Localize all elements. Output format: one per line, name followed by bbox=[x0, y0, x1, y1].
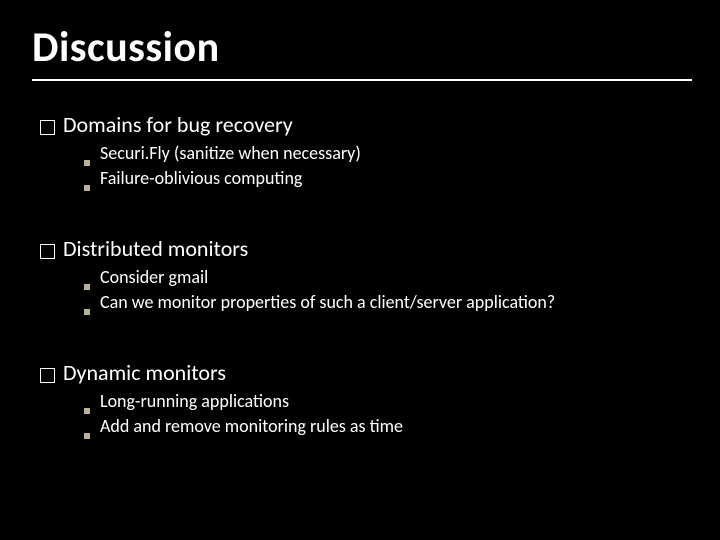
bullet-level2: Failure-oblivious computing bbox=[84, 167, 680, 190]
bullet-level2: Add and remove monitoring rules as time bbox=[84, 415, 680, 438]
sub-list: Securi.Fly (sanitize when necessary) Fai… bbox=[40, 142, 680, 189]
square-bullet-icon bbox=[40, 120, 55, 135]
square-subbullet-icon bbox=[84, 309, 90, 315]
square-bullet-icon bbox=[40, 244, 55, 259]
square-bullet-icon bbox=[40, 368, 55, 383]
sub-list: Consider gmail Can we monitor properties… bbox=[40, 266, 680, 313]
bullet-level2: Long-running applications bbox=[84, 390, 680, 413]
bullet-level2: Consider gmail bbox=[84, 266, 680, 289]
bullet-level2: Securi.Fly (sanitize when necessary) bbox=[84, 142, 680, 165]
square-subbullet-icon bbox=[84, 408, 90, 414]
title-area: Discussion bbox=[0, 0, 720, 81]
bullet-level1-text: Distributed monitors bbox=[63, 235, 248, 262]
bullet-level2-text: Consider gmail bbox=[100, 266, 208, 289]
sub-list: Long-running applications Add and remove… bbox=[40, 390, 680, 437]
bullet-level2-text: Can we monitor properties of such a clie… bbox=[100, 291, 555, 314]
square-subbullet-icon bbox=[84, 185, 90, 191]
slide: Discussion Domains for bug recovery Secu… bbox=[0, 0, 720, 540]
bullet-level2-text: Securi.Fly (sanitize when necessary) bbox=[100, 142, 361, 165]
bullet-level1-text: Domains for bug recovery bbox=[63, 111, 293, 138]
bullet-level2-text: Add and remove monitoring rules as time bbox=[100, 415, 403, 438]
bullet-level2-text: Failure-oblivious computing bbox=[100, 167, 302, 190]
slide-title: Discussion bbox=[32, 22, 720, 73]
bullet-level1: Distributed monitors bbox=[40, 235, 680, 262]
square-subbullet-icon bbox=[84, 433, 90, 439]
bullet-level1: Dynamic monitors bbox=[40, 359, 680, 386]
bullet-level1-text: Dynamic monitors bbox=[63, 359, 226, 386]
bullet-level2: Can we monitor properties of such a clie… bbox=[84, 291, 680, 314]
bullet-level2-text: Long-running applications bbox=[100, 390, 289, 413]
slide-body: Domains for bug recovery Securi.Fly (san… bbox=[0, 81, 720, 437]
square-subbullet-icon bbox=[84, 160, 90, 166]
square-subbullet-icon bbox=[84, 284, 90, 290]
bullet-level1: Domains for bug recovery bbox=[40, 111, 680, 138]
